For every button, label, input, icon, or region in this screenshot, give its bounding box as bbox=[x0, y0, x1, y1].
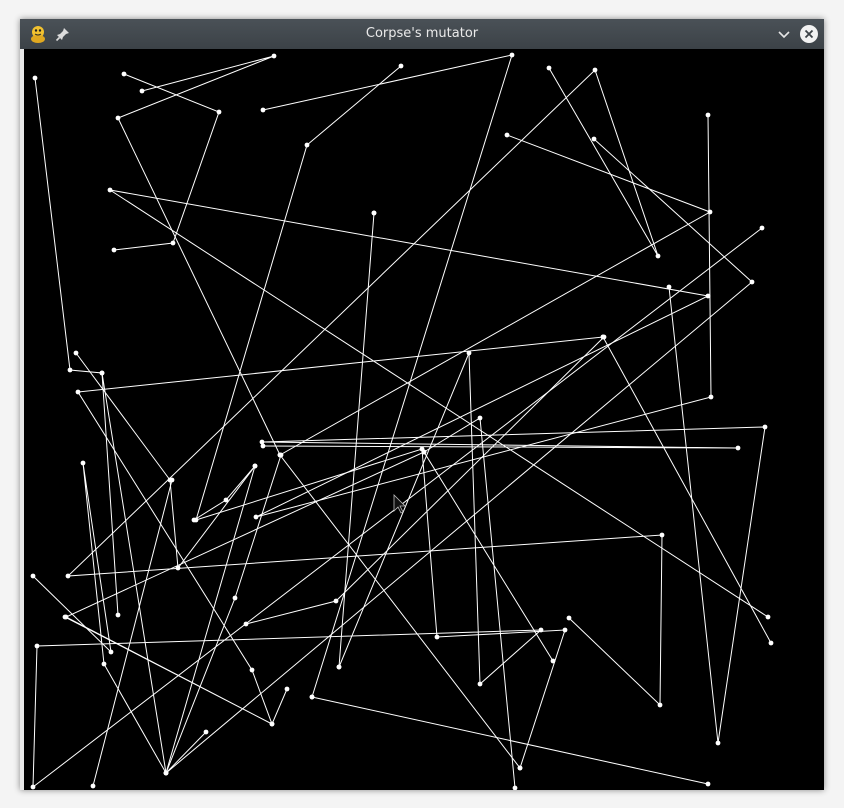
line-vertex-dot bbox=[371, 210, 377, 216]
line-vertex-dot bbox=[398, 63, 404, 69]
line-vertex-dot bbox=[216, 109, 222, 115]
line-path bbox=[109, 114, 769, 618]
line-vertex-dot bbox=[65, 573, 71, 579]
line-vertex-dot bbox=[115, 612, 121, 618]
line-vertex-dot bbox=[705, 781, 711, 787]
line-vertex-dot bbox=[336, 664, 342, 670]
line-vertex-dot bbox=[708, 394, 714, 400]
line-vertex-dot bbox=[707, 209, 713, 215]
line-vertex-dot bbox=[121, 71, 127, 77]
line-vertex-dot bbox=[762, 424, 768, 430]
line-vertex-dot bbox=[509, 52, 515, 58]
line-vertex-dot bbox=[705, 112, 711, 118]
line-vertex-dot bbox=[759, 225, 765, 231]
line-vertex-dot bbox=[304, 142, 310, 148]
line-vertex-dot bbox=[80, 460, 86, 466]
window-title: Corpse's mutator bbox=[365, 26, 479, 41]
line-vertex-dot bbox=[139, 88, 145, 94]
line-vertex-dot bbox=[591, 136, 597, 142]
line-path bbox=[66, 67, 663, 707]
line-path bbox=[92, 479, 173, 787]
title-bar[interactable]: Corpse's mutator bbox=[20, 19, 824, 49]
line-vertex-dot bbox=[260, 107, 266, 113]
line-vertex-dot bbox=[101, 661, 107, 667]
app-window: Corpse's mutator bbox=[20, 19, 824, 790]
chevron-down-icon[interactable] bbox=[776, 26, 792, 42]
line-vertex-dot bbox=[203, 729, 209, 735]
line-path bbox=[113, 73, 220, 251]
line-vertex-dot bbox=[34, 643, 40, 649]
line-vertex-dot bbox=[666, 284, 672, 290]
line-vertex-dot bbox=[67, 367, 73, 373]
line-vertex-dot bbox=[278, 452, 284, 458]
drawing-canvas[interactable] bbox=[20, 49, 824, 790]
line-vertex-dot bbox=[252, 463, 258, 469]
line-path bbox=[165, 138, 753, 775]
line-vertex-dot bbox=[601, 334, 607, 340]
python-snake-icon bbox=[31, 26, 45, 43]
line-vertex-dot bbox=[659, 532, 665, 538]
line-vertex-dot bbox=[253, 514, 259, 520]
line-vertex-dot bbox=[765, 614, 771, 620]
line-vertex-dot bbox=[512, 785, 518, 790]
line-vertex-dot bbox=[30, 784, 36, 790]
line-vertex-dot bbox=[269, 721, 275, 727]
line-vertex-dot bbox=[191, 517, 197, 523]
close-icon[interactable] bbox=[799, 24, 819, 44]
line-vertex-dot bbox=[284, 686, 290, 692]
line-vertex-dot bbox=[562, 627, 568, 633]
line-vertex-dot bbox=[63, 614, 69, 620]
line-vertex-dot bbox=[108, 649, 114, 655]
line-vertex-dot bbox=[705, 293, 711, 299]
line-path bbox=[262, 54, 709, 785]
line-vertex-dot bbox=[260, 443, 266, 449]
line-vertex-dot bbox=[259, 439, 265, 445]
line-vertex-dot bbox=[99, 370, 105, 376]
line-vertex-dot bbox=[749, 279, 755, 285]
line-vertex-dot bbox=[271, 53, 277, 59]
line-vertex-dot bbox=[243, 621, 249, 627]
line-vertex-dot bbox=[504, 132, 510, 138]
line-vertex-dot bbox=[655, 253, 661, 259]
line-vertex-dot bbox=[169, 477, 175, 483]
line-vertex-dot bbox=[249, 667, 255, 673]
line-vertex-dot bbox=[592, 67, 598, 73]
line-vertex-dot bbox=[170, 240, 176, 246]
line-vertex-dot bbox=[768, 640, 774, 646]
line-vertex-dot bbox=[538, 627, 544, 633]
line-vertex-dot bbox=[421, 449, 427, 455]
line-vertex-dot bbox=[715, 740, 721, 746]
pin-icon[interactable] bbox=[55, 26, 71, 42]
line-path bbox=[34, 77, 207, 775]
line-vertex-dot bbox=[90, 783, 96, 789]
line-vertex-dot bbox=[477, 681, 483, 687]
line-path bbox=[64, 417, 554, 789]
line-vertex-dot bbox=[115, 115, 121, 121]
line-vertex-dot bbox=[163, 770, 169, 776]
line-vertex-dot bbox=[309, 694, 315, 700]
line-path bbox=[261, 286, 766, 744]
line-vertex-dot bbox=[232, 595, 238, 601]
line-path bbox=[77, 336, 772, 726]
line-vertex-dot bbox=[75, 389, 81, 395]
line-vertex-dot bbox=[477, 415, 483, 421]
line-path bbox=[195, 65, 566, 769]
line-vertex-dot bbox=[333, 598, 339, 604]
line-art bbox=[30, 52, 774, 790]
line-vertex-dot bbox=[550, 658, 556, 664]
line-vertex-dot bbox=[517, 765, 523, 771]
line-vertex-dot bbox=[111, 247, 117, 253]
line-vertex-dot bbox=[657, 702, 663, 708]
line-path bbox=[32, 454, 282, 775]
line-vertex-dot bbox=[735, 445, 741, 451]
line-vertex-dot bbox=[73, 350, 79, 356]
window-left-edge bbox=[20, 49, 24, 790]
line-vertex-dot bbox=[434, 634, 440, 640]
line-vertex-dot bbox=[32, 75, 38, 81]
line-vertex-dot bbox=[546, 65, 552, 71]
line-vertex-dot bbox=[30, 573, 36, 579]
line-vertex-dot bbox=[566, 615, 572, 621]
line-path bbox=[117, 55, 712, 769]
line-vertex-dot bbox=[107, 187, 113, 193]
